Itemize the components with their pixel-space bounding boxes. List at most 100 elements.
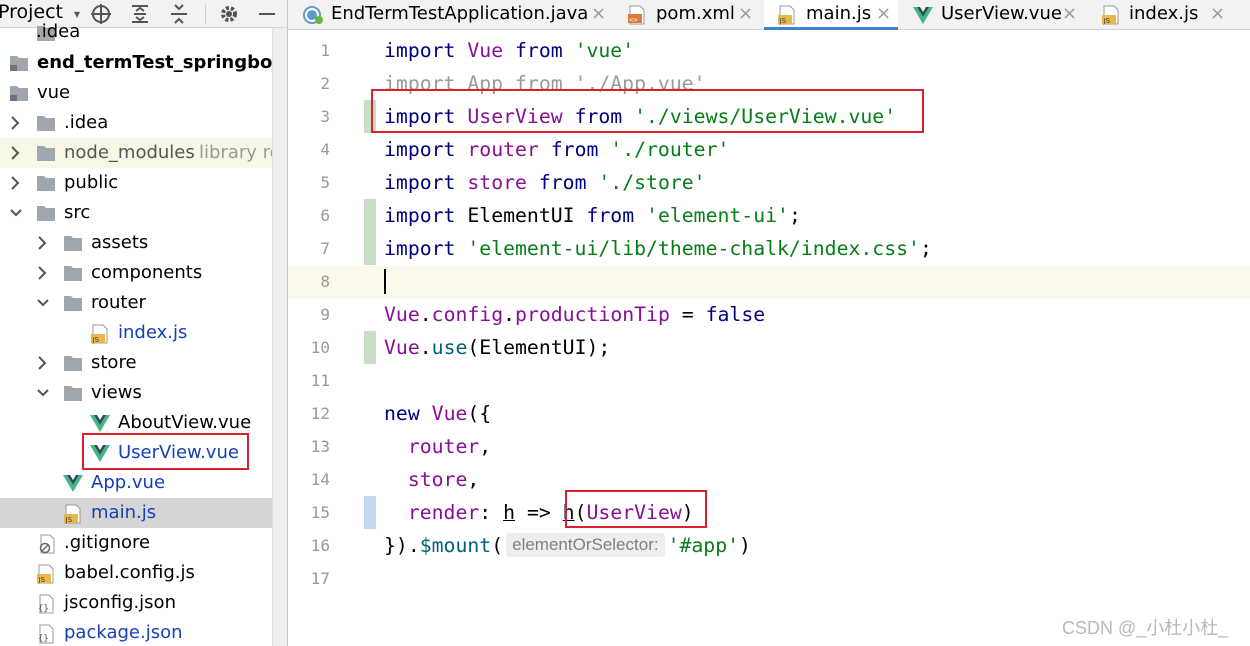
- token-string: 'vue': [562, 39, 635, 62]
- line-number: 7: [320, 239, 330, 258]
- vcs-modified-marker[interactable]: [364, 496, 376, 529]
- token-punct: ;: [788, 204, 801, 227]
- tree-item-node-modules[interactable]: node_modules library root: [0, 138, 287, 168]
- svg-text:<>: <>: [629, 16, 637, 24]
- tree-item-src[interactable]: src: [0, 198, 272, 228]
- token-string: '#app': [667, 534, 740, 557]
- tree-item-components[interactable]: components: [0, 258, 272, 288]
- line-number: 9: [320, 305, 330, 324]
- tree-item-label: babel.config.js: [64, 562, 195, 583]
- tree-item-store[interactable]: store: [0, 348, 272, 378]
- token-keyword: import: [384, 204, 456, 227]
- tree-item-jsconfig-json[interactable]: {} jsconfig.json: [0, 588, 272, 618]
- line-number: 16: [310, 536, 330, 555]
- chevron-right-icon[interactable]: [9, 108, 23, 138]
- token-punct: ): [739, 534, 751, 557]
- vcs-added-marker[interactable]: [364, 199, 376, 232]
- tree-item-router[interactable]: router: [0, 288, 272, 318]
- tree-item-app-vue[interactable]: App.vue: [0, 468, 272, 498]
- tree-item-vue[interactable]: vue: [0, 78, 272, 108]
- chevron-right-icon[interactable]: [36, 348, 50, 378]
- tree-item-label: .idea: [64, 112, 109, 133]
- token-string: 'element-ui': [634, 204, 789, 227]
- close-icon[interactable]: ×: [738, 1, 753, 27]
- tree-item-gitignore[interactable]: .gitignore: [0, 528, 272, 558]
- line-number: 6: [320, 206, 330, 225]
- token-function: use: [431, 336, 468, 359]
- watermark: CSDN @_小杜小杜_: [1062, 618, 1229, 638]
- token-keyword: import: [384, 39, 456, 62]
- close-icon[interactable]: ×: [876, 1, 891, 27]
- chevron-down-icon[interactable]: [36, 378, 50, 408]
- tree-item-public[interactable]: public: [0, 168, 272, 198]
- tab-userview-vue[interactable]: UserView.vue ×: [898, 0, 1086, 30]
- tab-index-js[interactable]: JS index.js ×: [1086, 0, 1250, 30]
- tab-main-js[interactable]: JS main.js ×: [764, 0, 898, 30]
- close-icon[interactable]: ×: [1210, 1, 1225, 27]
- token-keyword: from: [538, 171, 587, 194]
- token-param: h: [503, 501, 516, 524]
- line-number: 12: [310, 404, 330, 423]
- token-field: productionTip: [515, 303, 670, 326]
- tree-item-label: main.js: [91, 502, 157, 523]
- tree-item-label: views: [91, 382, 142, 403]
- folder-icon: [63, 384, 83, 402]
- module-folder-icon: [9, 84, 29, 102]
- tree-item-label: components: [91, 262, 203, 283]
- tree-item-main-js[interactable]: JS main.js: [0, 498, 272, 528]
- folder-icon: [36, 144, 56, 162]
- token-identifier: Vue: [431, 402, 468, 425]
- tree-item-idea-root[interactable]: .idea: [0, 18, 272, 48]
- token-keyword: import: [384, 171, 456, 194]
- chevron-down-icon[interactable]: [9, 198, 23, 228]
- token-punct: ,: [467, 468, 480, 491]
- token-identifier: store: [384, 468, 468, 491]
- tree-item-end-termtest-springboot[interactable]: end_termTest_springboot: [0, 48, 287, 78]
- line-number: 4: [320, 140, 330, 159]
- current-line-highlight: [288, 266, 1250, 299]
- text-caret: [384, 269, 386, 294]
- tree-item-label: end_termTest_springboot: [37, 52, 287, 73]
- token-keyword: import: [384, 138, 456, 161]
- code-line-5: import store from './store': [384, 166, 706, 199]
- spring-boot-icon: [302, 5, 324, 25]
- token-string: './store': [586, 171, 706, 194]
- close-icon[interactable]: ×: [1062, 1, 1077, 27]
- svg-text:JS: JS: [38, 576, 46, 584]
- token-identifier: render: [384, 501, 480, 524]
- tab-label: UserView.vue: [941, 3, 1062, 24]
- code-line-9: Vue.config.productionTip = false: [384, 298, 765, 331]
- vcs-added-marker[interactable]: [364, 232, 376, 265]
- tree-item-assets[interactable]: assets: [0, 228, 272, 258]
- tree-item-idea[interactable]: .idea: [0, 108, 272, 138]
- token-keyword: import: [384, 237, 456, 260]
- chevron-down-icon[interactable]: [36, 288, 50, 318]
- tree-item-babel-config-js[interactable]: JS babel.config.js: [0, 558, 272, 588]
- tree-item-views[interactable]: views: [0, 378, 272, 408]
- js-file-icon: JS: [90, 324, 110, 344]
- js-file-icon: JS: [63, 504, 83, 524]
- tree-item-package-json[interactable]: {} package.json: [0, 618, 272, 646]
- tree-item-label: App.vue: [91, 472, 166, 493]
- tab-pom-xml[interactable]: <> pom.xml ×: [614, 0, 764, 30]
- chevron-right-icon[interactable]: [36, 228, 50, 258]
- vue-icon: [90, 414, 110, 432]
- chevron-right-icon[interactable]: [9, 168, 23, 198]
- code-line-1: import Vue from 'vue': [384, 34, 634, 67]
- folder-icon: [63, 354, 83, 372]
- tab-endtermtestapplication-java[interactable]: EndTermTestApplication.java ×: [288, 0, 614, 30]
- svg-text:JS: JS: [779, 17, 787, 25]
- maven-icon: <>: [626, 5, 648, 25]
- tree-item-router-index-js[interactable]: JS index.js: [0, 318, 272, 348]
- project-scrollbar[interactable]: [272, 28, 287, 646]
- chevron-right-icon[interactable]: [9, 138, 23, 168]
- token-keyword: from: [515, 39, 563, 62]
- token-identifier: Vue: [455, 39, 516, 62]
- close-icon[interactable]: ×: [591, 1, 606, 27]
- token-keyword: new: [384, 402, 420, 425]
- svg-text:{}: {}: [38, 634, 49, 644]
- chevron-right-icon[interactable]: [36, 258, 50, 288]
- folder-icon: [63, 264, 83, 282]
- vcs-added-marker[interactable]: [364, 331, 376, 364]
